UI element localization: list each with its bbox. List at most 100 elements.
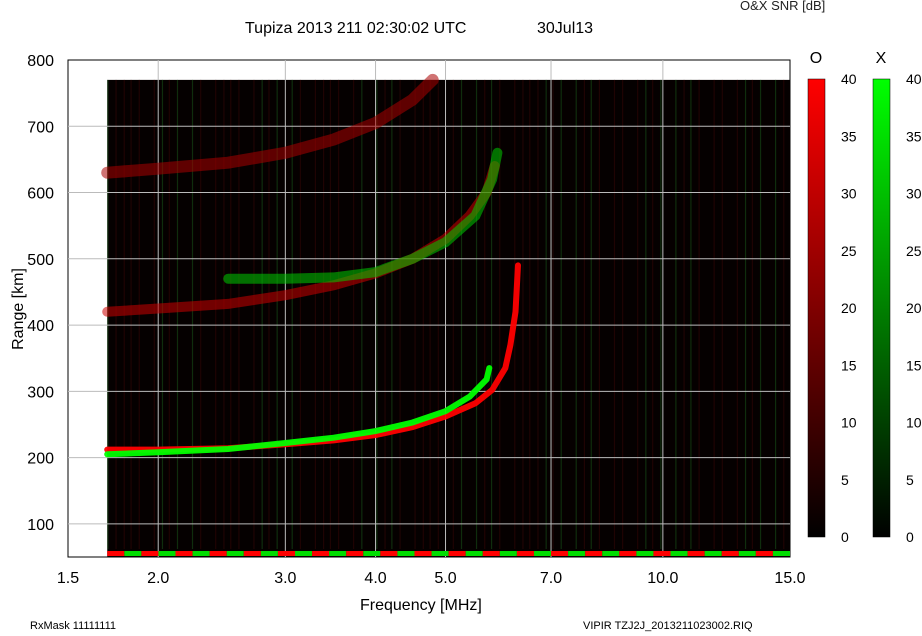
interference-band-segment	[533, 551, 552, 556]
noise-streak	[645, 79, 647, 549]
colorbar-tick-label: 15	[906, 357, 922, 373]
noise-streak	[590, 79, 592, 549]
x-tick-label: 10.0	[647, 570, 678, 587]
noise-streak	[414, 79, 416, 549]
x-tick-label: 4.0	[364, 570, 386, 587]
x-tick-label: 1.5	[57, 570, 79, 587]
interference-band-segment	[158, 551, 176, 556]
noise-streak	[759, 79, 762, 549]
noise-streak	[622, 79, 624, 549]
noise-streak	[230, 79, 232, 549]
colorbar-tick-label: 40	[841, 71, 857, 87]
ionogram-chart: 1.5 2.0 3.0 4.0 5.0 7.0 10.0 15.010020030040050…	[27, 50, 922, 587]
colorbar-tick-label: 30	[841, 186, 857, 202]
interference-band-segment	[551, 551, 569, 556]
y-tick-label: 100	[27, 517, 54, 534]
noise-streak	[153, 79, 155, 549]
interference-band-segment	[312, 551, 330, 556]
noise-streak	[422, 79, 424, 549]
noise-streak	[552, 79, 554, 549]
noise-streak	[261, 79, 263, 549]
interference-band-segment	[465, 551, 483, 556]
noise-streak	[338, 79, 340, 549]
noise-streak	[460, 79, 463, 549]
noise-streak	[529, 79, 531, 549]
noise-streak	[191, 79, 194, 549]
colorbar-tick-label: 10	[906, 415, 922, 431]
noise-streak	[176, 79, 179, 549]
noise-streak	[690, 79, 692, 549]
interference-band-segment	[738, 551, 756, 556]
interference-band-segment	[107, 551, 125, 556]
interference-band-segment	[670, 551, 688, 556]
colorbar-tick-label: 0	[841, 529, 849, 545]
noise-streak	[215, 79, 217, 549]
colorbar-tick-label: 10	[841, 415, 857, 431]
interference-band-segment	[721, 551, 739, 556]
y-tick-label: 800	[27, 53, 54, 70]
colorbar-O	[807, 78, 826, 538]
interference-band-segment	[448, 551, 466, 556]
interference-band-segment	[260, 551, 278, 556]
interference-band-segment	[704, 551, 722, 556]
y-tick-label: 700	[27, 119, 54, 136]
colorbar-tick-label: 40	[906, 71, 922, 87]
noise-streak	[391, 79, 393, 549]
noise-streak	[660, 79, 662, 549]
colorbar-tick-label: 0	[906, 529, 914, 545]
y-tick-label: 400	[27, 318, 54, 335]
interference-band-segment	[653, 551, 671, 556]
interference-band-segment	[414, 551, 432, 556]
colorbar-heading-O: O	[810, 50, 822, 67]
noise-streak	[598, 79, 601, 549]
interference-band-segment	[516, 551, 534, 556]
noise-streak	[429, 79, 431, 549]
colorbar-tick-label: 25	[906, 243, 922, 259]
noise-streak	[675, 79, 677, 549]
interference-band-segment	[397, 551, 415, 556]
noise-streak	[713, 79, 715, 549]
noise-streak	[384, 79, 386, 549]
interference-band-segment	[277, 551, 296, 556]
noise-streak	[475, 79, 478, 549]
interference-band-segment	[346, 551, 364, 556]
colorbar-heading-X: X	[876, 50, 887, 67]
noise-streak	[736, 79, 738, 549]
noise-streak	[484, 79, 486, 549]
interference-band-segment	[380, 551, 398, 556]
x-tick-label: 2.0	[147, 570, 169, 587]
noise-streak	[437, 79, 439, 549]
noise-streak	[744, 79, 747, 549]
noise-streak	[652, 79, 654, 549]
noise-streak	[361, 79, 363, 549]
colorbar-tick-label: 30	[906, 186, 922, 202]
noise-streak	[490, 79, 493, 549]
interference-band-segment	[585, 551, 603, 556]
noise-streak	[721, 79, 723, 549]
interference-band-segment	[141, 551, 159, 556]
noise-streak	[353, 79, 355, 549]
noise-streak	[698, 79, 700, 549]
interference-band-segment	[431, 551, 449, 556]
noise-streak	[545, 79, 547, 549]
y-tick-label: 600	[27, 186, 54, 203]
interference-band-segment	[226, 551, 244, 556]
y-tick-label: 200	[27, 451, 54, 468]
y-tick-label: 500	[27, 252, 54, 269]
interference-band-segment	[363, 551, 381, 556]
noise-streak	[168, 79, 170, 549]
interference-band-segment	[482, 551, 500, 556]
x-tick-label: 15.0	[774, 570, 805, 587]
colorbar-tick-label: 25	[841, 243, 857, 259]
noise-streak	[560, 79, 562, 549]
interference-band-segment	[568, 551, 586, 556]
noise-streak	[613, 79, 616, 549]
colorbar-tick-label: 5	[906, 472, 914, 488]
x-tick-label: 3.0	[274, 570, 296, 587]
noise-streak	[399, 79, 401, 549]
interference-band-segment	[619, 551, 637, 556]
noise-streak	[238, 79, 240, 549]
interference-band-segment	[243, 551, 261, 556]
noise-streak	[522, 79, 524, 549]
interference-band-segment	[295, 551, 313, 556]
